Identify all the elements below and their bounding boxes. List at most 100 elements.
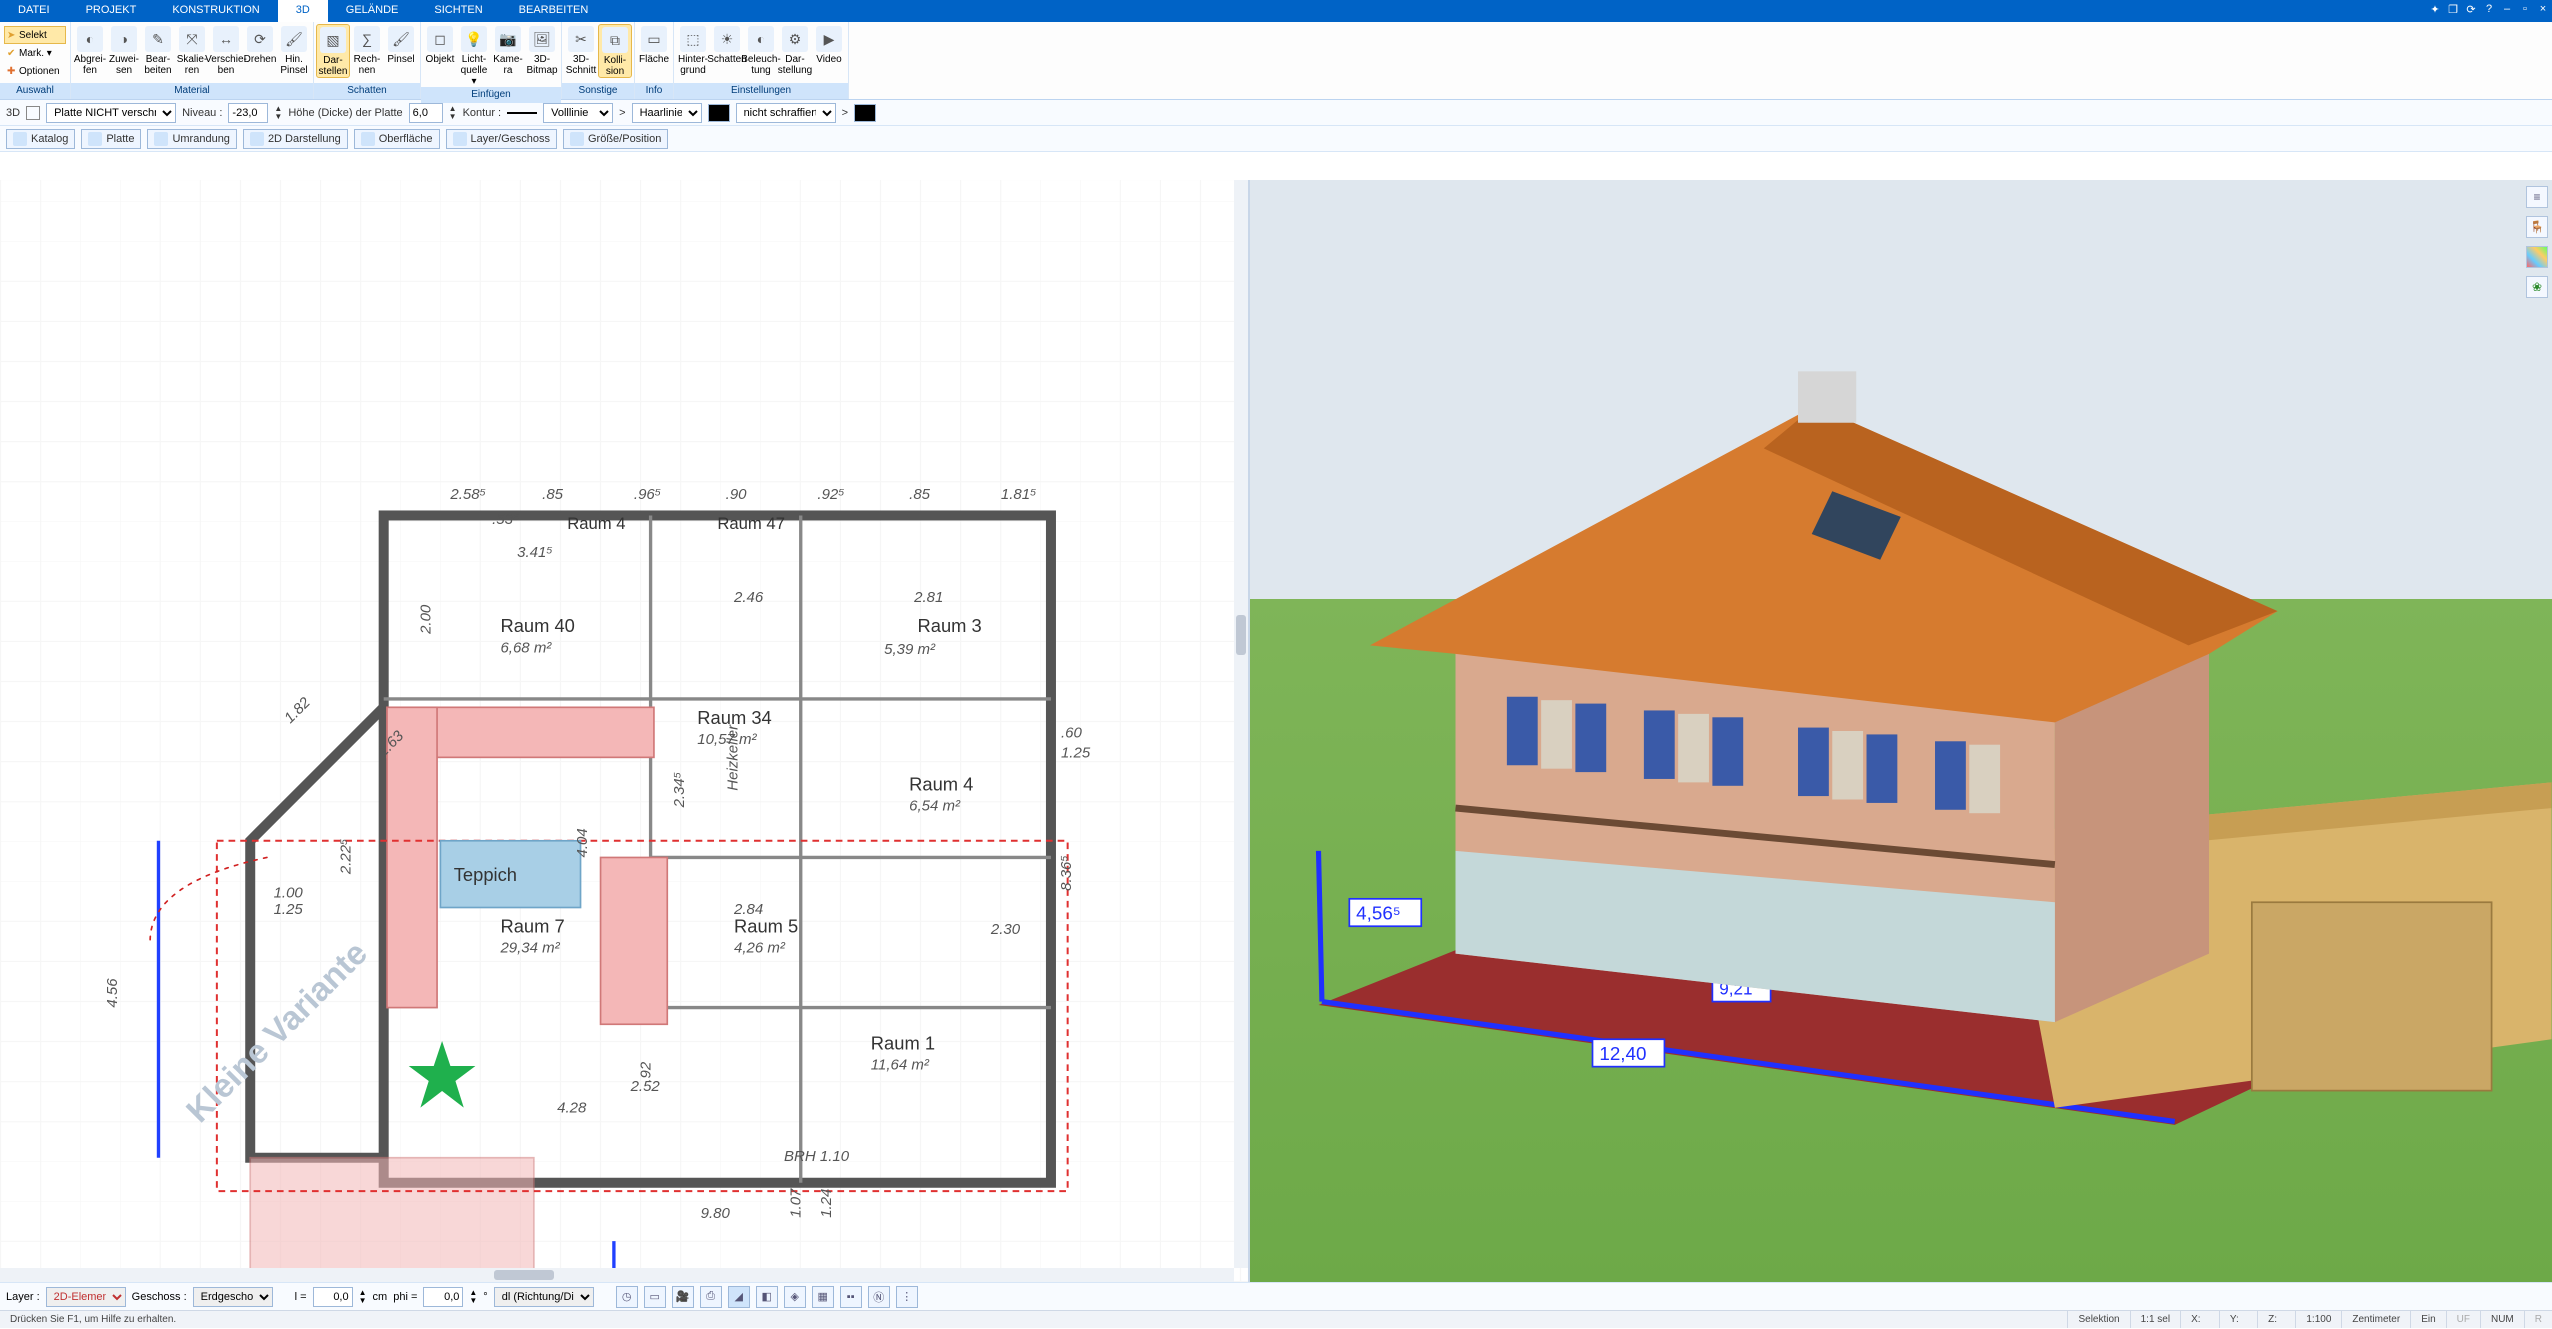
ribbon-btn-d[interactable]: 🖼3D-Bitmap bbox=[525, 24, 559, 76]
ribbon-btn-kolli[interactable]: ⧉Kolli-sion bbox=[598, 24, 632, 78]
gt-icon[interactable]: > bbox=[842, 107, 848, 119]
camera-icon[interactable]: 🎥 bbox=[672, 1286, 694, 1308]
gt-icon[interactable]: > bbox=[619, 107, 625, 119]
ribbon-icon: ◐ bbox=[748, 26, 774, 52]
minimize-icon[interactable]: – bbox=[2498, 0, 2516, 22]
layer-btn[interactable]: Layer/Geschoss bbox=[446, 129, 557, 149]
ribbon-btn-flche[interactable]: ▭Fläche bbox=[637, 24, 671, 65]
niveau-input[interactable] bbox=[228, 103, 268, 123]
mode-d-icon[interactable]: ▦ bbox=[812, 1286, 834, 1308]
ribbon-btn-rech[interactable]: ∑Rech-nen bbox=[350, 24, 384, 76]
more-icon[interactable]: ⋮ bbox=[896, 1286, 918, 1308]
fill-select[interactable]: nicht schraffiert bbox=[736, 103, 836, 123]
ribbon-btn-beleuch[interactable]: ◐Beleuch-tung bbox=[744, 24, 778, 76]
sys-icon-1[interactable]: ✦ bbox=[2426, 0, 2444, 22]
oberflaeche-btn[interactable]: Oberfläche bbox=[354, 129, 440, 149]
ribbon-btn-kame[interactable]: 📷Kame-ra bbox=[491, 24, 525, 76]
umrandung-btn[interactable]: Umrandung bbox=[147, 129, 236, 149]
restore-icon[interactable]: ▫ bbox=[2516, 0, 2534, 22]
mode-c-icon[interactable]: ◈ bbox=[784, 1286, 806, 1308]
ribbon-btn-abgrei[interactable]: ◐Abgrei-fen bbox=[73, 24, 107, 76]
ribbon-btn-hinter[interactable]: ⬚Hinter-grund bbox=[676, 24, 710, 76]
ribbon-btn-video[interactable]: ▶Video bbox=[812, 24, 846, 65]
haarlinie-select[interactable]: Haarlinie bbox=[632, 103, 702, 123]
platte-btn[interactable]: Platte bbox=[81, 129, 141, 149]
status-z: Z: bbox=[2258, 1311, 2296, 1328]
richtung-select[interactable]: dl (Richtung/Di bbox=[494, 1287, 594, 1307]
scrollbar-vertical[interactable] bbox=[1234, 180, 1248, 1268]
menu-tab-sichten[interactable]: SICHTEN bbox=[416, 0, 500, 22]
menu-tab-3d[interactable]: 3D bbox=[278, 0, 328, 22]
grid-icon[interactable]: ▪▪ bbox=[840, 1286, 862, 1308]
mark-btn[interactable]: ✔Mark. ▾ bbox=[4, 44, 66, 62]
layers-icon[interactable]: ≡ bbox=[2526, 186, 2548, 208]
menu-tab-gelaende[interactable]: GELÄNDE bbox=[328, 0, 417, 22]
stroke-color-swatch[interactable] bbox=[708, 104, 730, 122]
ribbon-btn-pinsel[interactable]: 🖌Pinsel bbox=[384, 24, 418, 65]
fill-color-swatch[interactable] bbox=[854, 104, 876, 122]
svg-text:5,39 m²: 5,39 m² bbox=[884, 641, 936, 658]
kontur-style-select[interactable]: Volllinie bbox=[543, 103, 613, 123]
selekt-btn[interactable]: ➤Selekt bbox=[4, 26, 66, 44]
spinner-icon[interactable]: ▲▼ bbox=[449, 105, 457, 121]
pane-2d[interactable]: 2.58⁵.85.96⁵.90.92⁵.851.81⁵ Teppich bbox=[0, 180, 1250, 1282]
north-icon[interactable]: Ⓝ bbox=[868, 1286, 890, 1308]
optionen-btn[interactable]: ✚Optionen bbox=[4, 62, 66, 80]
scrollbar-horizontal[interactable] bbox=[0, 1268, 1234, 1282]
ribbon-btn-zuwei[interactable]: ◑Zuwei-sen bbox=[107, 24, 141, 76]
groesse-btn[interactable]: Größe/Position bbox=[563, 129, 668, 149]
floor-plan[interactable]: 2.58⁵.85.96⁵.90.92⁵.851.81⁵ Teppich bbox=[0, 180, 1234, 1268]
ribbon-btn-label: ren bbox=[185, 65, 199, 76]
ribbon-btn-objekt[interactable]: ◻Objekt bbox=[423, 24, 457, 65]
dicke-input[interactable] bbox=[409, 103, 443, 123]
ribbon-btn-label: tung bbox=[751, 65, 770, 76]
svg-text:1.07: 1.07 bbox=[788, 1188, 805, 1218]
print-icon[interactable]: ⎙ bbox=[700, 1286, 722, 1308]
layer-select[interactable]: 2D-Elemen bbox=[46, 1287, 126, 1307]
spinner-icon[interactable]: ▲▼ bbox=[359, 1289, 367, 1305]
spinner-icon[interactable]: ▲▼ bbox=[469, 1289, 477, 1305]
phi-input[interactable] bbox=[423, 1287, 463, 1307]
ribbon-btn-dar[interactable]: ⚙Dar-stellung bbox=[778, 24, 812, 76]
ribbon-group-sonstige: ✂3D-Schnitt⧉Kolli-sion Sonstige bbox=[562, 22, 635, 99]
ribbon-btn-licht[interactable]: 💡Licht-quelle ▾ bbox=[457, 24, 491, 87]
svg-text:9.80: 9.80 bbox=[701, 1205, 731, 1222]
pane-3d[interactable]: 4,56⁵ 12,40 1,61 9,21 bbox=[1250, 180, 2552, 1282]
spinner-icon[interactable]: ▲▼ bbox=[274, 105, 282, 121]
ribbon-btn-schatten[interactable]: ☀Schatten bbox=[710, 24, 744, 65]
bottom-bar: Layer : 2D-Elemen Geschoss : Erdgeschos … bbox=[0, 1282, 2552, 1310]
platte-select[interactable]: Platte NICHT verschnit bbox=[46, 103, 176, 123]
clock-icon[interactable]: ◷ bbox=[616, 1286, 638, 1308]
ribbon-btn-d[interactable]: ✂3D-Schnitt bbox=[564, 24, 598, 76]
help-icon[interactable]: ? bbox=[2480, 0, 2498, 22]
katalog-btn[interactable]: Katalog bbox=[6, 129, 75, 149]
ribbon-btn-label: grund bbox=[680, 65, 706, 76]
tree-icon[interactable]: ❀ bbox=[2526, 276, 2548, 298]
menu-tab-bearbeiten[interactable]: BEARBEITEN bbox=[501, 0, 607, 22]
ribbon-btn-verschie[interactable]: ↔Verschie-ben bbox=[209, 24, 243, 76]
ribbon-btn-skalie[interactable]: ⤧Skalie-ren bbox=[175, 24, 209, 76]
menu-tab-projekt[interactable]: PROJEKT bbox=[68, 0, 155, 22]
sys-icon-3[interactable]: ⟳ bbox=[2462, 0, 2480, 22]
sys-icon-2[interactable]: ❐ bbox=[2444, 0, 2462, 22]
ribbon-icon: ⧉ bbox=[602, 27, 628, 53]
ribbon-icon: ↔ bbox=[213, 26, 239, 52]
l-input[interactable] bbox=[313, 1287, 353, 1307]
furniture-icon[interactable]: 🪑 bbox=[2526, 216, 2548, 238]
ribbon-btn-label: Abgrei- bbox=[74, 54, 106, 65]
ribbon-btn-dar[interactable]: ▧Dar-stellen bbox=[316, 24, 350, 78]
platte-icon[interactable] bbox=[26, 106, 40, 120]
ribbon-btn-hin[interactable]: 🖌Hin.Pinsel bbox=[277, 24, 311, 76]
darstellung2d-btn[interactable]: 2D Darstellung bbox=[243, 129, 348, 149]
mode-a-icon[interactable]: ◢ bbox=[728, 1286, 750, 1308]
menu-tab-datei[interactable]: DATEI bbox=[0, 0, 68, 22]
geschoss-select[interactable]: Erdgeschos bbox=[193, 1287, 273, 1307]
ribbon-btn-bear[interactable]: ✎Bear-beiten bbox=[141, 24, 175, 76]
monitor-icon[interactable]: ▭ bbox=[644, 1286, 666, 1308]
mode-b-icon[interactable]: ◧ bbox=[756, 1286, 778, 1308]
ribbon-btn-drehen[interactable]: ⟳Drehen bbox=[243, 24, 277, 65]
menu-tab-konstruktion[interactable]: KONSTRUKTION bbox=[154, 0, 277, 22]
close-icon[interactable]: × bbox=[2534, 0, 2552, 22]
status-bar: Drücken Sie F1, um Hilfe zu erhalten. Se… bbox=[0, 1310, 2552, 1328]
palette-icon[interactable] bbox=[2526, 246, 2548, 268]
